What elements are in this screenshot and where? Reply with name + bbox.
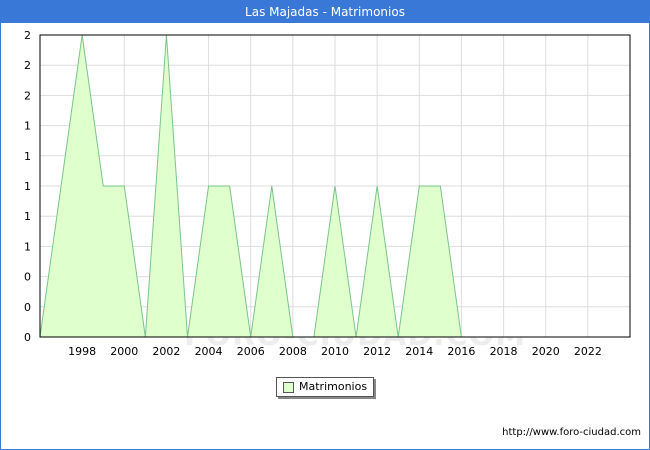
y-tick-label: 1 (24, 120, 31, 133)
y-tick-label: 1 (24, 210, 31, 223)
x-tick-label: 2010 (321, 345, 349, 358)
legend: Matrimonios (276, 377, 374, 397)
y-tick-label: 1 (24, 150, 31, 163)
x-tick-label: 2020 (532, 345, 560, 358)
y-tick-label: 0 (24, 271, 31, 284)
source-link[interactable]: http://www.foro-ciudad.com (502, 427, 641, 438)
x-tick-label: 2008 (279, 345, 307, 358)
x-tick-label: 2014 (405, 345, 433, 358)
y-tick-label: 1 (24, 240, 31, 253)
x-tick-label: 2022 (574, 345, 602, 358)
y-tick-label: 1 (24, 180, 31, 193)
x-tick-label: 2016 (447, 345, 475, 358)
x-tick-label: 2000 (110, 345, 138, 358)
y-tick-label: 2 (24, 59, 31, 72)
x-tick-label: 2018 (490, 345, 518, 358)
legend-swatch (283, 382, 294, 393)
x-tick-label: 1998 (68, 345, 96, 358)
x-tick-label: 2006 (237, 345, 265, 358)
y-tick-label: 2 (24, 29, 31, 42)
x-tick-label: 2002 (152, 345, 180, 358)
legend-label: Matrimonios (299, 380, 368, 393)
x-tick-label: 2004 (195, 345, 223, 358)
x-tick-label: 2012 (363, 345, 391, 358)
y-tick-label: 2 (24, 89, 31, 102)
y-tick-label: 0 (24, 301, 31, 314)
y-tick-label: 0 (24, 331, 31, 344)
